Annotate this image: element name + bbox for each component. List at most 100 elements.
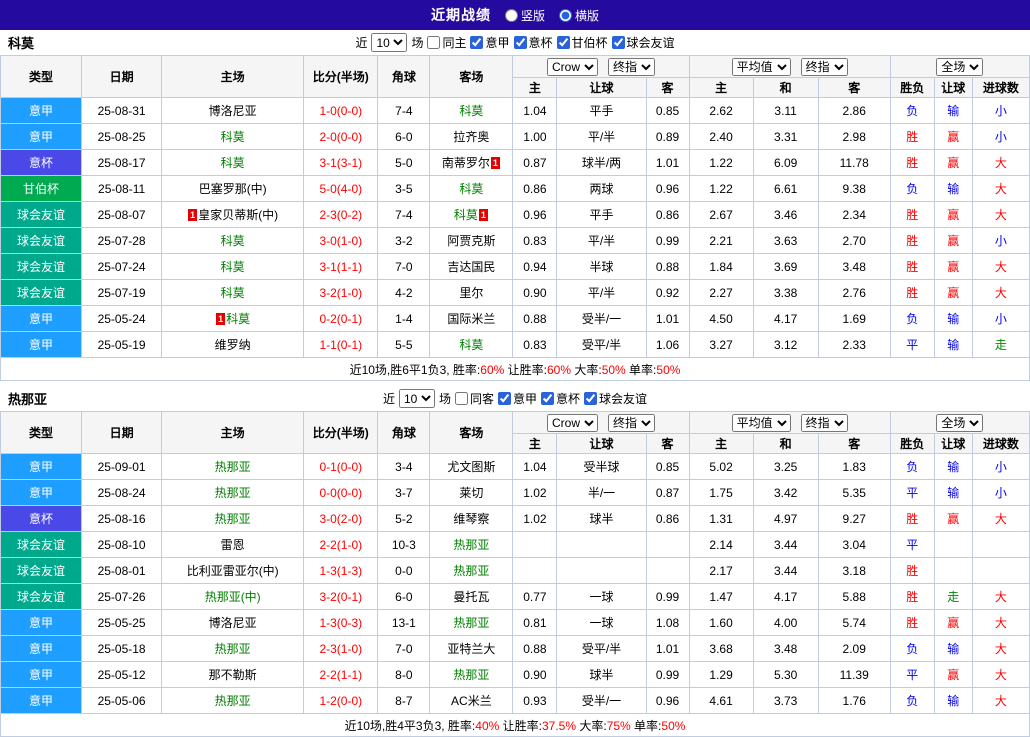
filter-near-label: 近: [382, 392, 395, 406]
filter-checkbox-option[interactable]: 同客: [454, 390, 494, 407]
odds-value-cell: 半/一: [556, 479, 647, 506]
score-cell: 2-2(1-0): [303, 531, 379, 558]
scope-select[interactable]: 全场: [936, 57, 984, 76]
filter-checkbox-option[interactable]: 意甲: [470, 34, 510, 51]
filter-checkbox-option[interactable]: 意杯: [513, 34, 553, 51]
filter-checkbox[interactable]: [584, 392, 598, 405]
odds-stage-select[interactable]: 终指: [607, 413, 655, 432]
filter-checkbox-option[interactable]: 同主: [427, 34, 466, 51]
result-flag-cell: 胜: [889, 279, 935, 306]
odds-value-cell: 0.85: [645, 97, 690, 124]
summary-text: 大率:: [571, 362, 602, 377]
corner-cell: 10-3: [377, 531, 431, 558]
filter-checkbox[interactable]: [498, 392, 511, 405]
summary-text: 大率:: [576, 718, 607, 733]
match-date: 25-05-25: [81, 609, 163, 636]
header-select-group: 全场: [889, 411, 1030, 434]
corner-cell: 6-0: [377, 123, 431, 150]
filter-checkbox-option[interactable]: 甘伯杯: [556, 34, 608, 51]
result-flag-cell: 负: [889, 687, 935, 714]
team-text: 巴塞罗那(中): [198, 182, 267, 196]
filter-checkbox[interactable]: [470, 36, 484, 49]
scope-select[interactable]: 全场: [936, 413, 984, 432]
summary-percent: 50%: [656, 362, 681, 377]
result-flag-cell: 胜: [889, 557, 935, 584]
avg-odds-cell: 2.17: [688, 557, 754, 584]
home-team-cell: 博洛尼亚: [161, 609, 305, 636]
odds-value-cell: 0.96: [645, 175, 690, 202]
team-name: 热那亚: [8, 392, 48, 407]
odds-value-cell: 受平/半: [556, 331, 647, 358]
league-type-cell: 球会友谊: [0, 201, 83, 228]
team-text: 吉达国民: [447, 260, 496, 274]
avg-odds-cell: 2.70: [817, 227, 891, 254]
filter-checkbox-label: 同主: [442, 36, 467, 50]
avg-odds-cell: 3.48: [752, 635, 819, 662]
odds-company-select[interactable]: Crow: [546, 413, 598, 432]
layout-option-vertical[interactable]: 竖版: [504, 7, 545, 24]
team-text: 博洛尼亚: [208, 616, 257, 630]
away-team-cell: 维琴察: [429, 505, 514, 532]
home-team-cell: 科莫: [161, 227, 305, 254]
filter-checkbox-option[interactable]: 意杯: [541, 390, 580, 407]
team-text: 热那亚: [453, 616, 490, 630]
result-flag-cell: 输: [933, 635, 973, 662]
team-text: 科莫: [220, 286, 245, 300]
avg-odds-cell: 2.40: [688, 123, 754, 150]
horizontal-layout-radio[interactable]: [559, 8, 572, 22]
home-team-cell: 1 皇家贝蒂斯(中): [161, 201, 305, 228]
vertical-layout-radio[interactable]: [504, 8, 518, 22]
score-cell: 2-0(0-0): [303, 123, 379, 150]
avg-odds-cell: 2.09: [817, 635, 891, 662]
avg-stage-select[interactable]: 终指: [800, 413, 848, 432]
avg-odds-cell: 3.11: [752, 97, 819, 124]
match-row: 意甲 25-08-31 博洛尼亚 1-0(0-0) 7-4 科莫 1.04 平手 0.85 2.6…: [0, 97, 1030, 124]
odds-value-cell: 0.96: [512, 201, 558, 228]
match-row: 球会友谊 25-07-19 科莫 3-2(1-0) 4-2 里尔 0.90 平/半 0.92 2.…: [0, 279, 1030, 306]
filter-checkbox[interactable]: [541, 392, 555, 405]
team-text: 热那亚: [214, 486, 251, 500]
sub-column-header: 让球: [933, 433, 973, 454]
summary-text: 让胜率:: [504, 362, 547, 377]
result-flag-cell: 赢: [933, 253, 973, 280]
recent-count-select[interactable]: 10: [371, 33, 408, 52]
avg-odds-cell: 1.22: [688, 175, 754, 202]
filter-checkbox[interactable]: [427, 36, 441, 49]
filter-checkbox[interactable]: [556, 36, 570, 49]
score-cell: 2-2(1-1): [303, 661, 379, 688]
league-type-cell: 意甲: [0, 687, 83, 714]
result-flag-cell: [971, 557, 1030, 584]
layout-option-horizontal[interactable]: 横版: [559, 7, 599, 24]
filter-checkbox[interactable]: [611, 36, 625, 49]
match-row: 意甲 25-05-12 那不勒斯 2-2(1-1) 8-0 热那亚 0.90 球半 0.99 1.…: [0, 661, 1030, 688]
avg-source-select[interactable]: 平均值: [731, 413, 791, 432]
odds-value-cell: 0.96: [645, 687, 690, 714]
result-flag-cell: 负: [889, 175, 935, 202]
summary-text: 单率:: [630, 718, 662, 733]
avg-odds-cell: 3.42: [752, 479, 819, 506]
column-header: 客场: [429, 411, 514, 454]
odds-stage-select[interactable]: 终指: [607, 57, 655, 76]
result-flag-cell: 小: [971, 479, 1030, 506]
sub-column-header: 客: [645, 433, 690, 454]
column-header: 主场: [161, 55, 305, 98]
match-date: 25-08-07: [81, 201, 163, 228]
filter-checkbox-option[interactable]: 意甲: [498, 390, 537, 407]
corner-cell: 4-2: [377, 279, 431, 306]
match-row: 球会友谊 25-08-01 比利亚雷亚尔(中) 1-3(1-3) 0-0 热那亚 2.17 3…: [0, 557, 1030, 584]
filter-checkbox[interactable]: [513, 36, 527, 49]
result-flag-cell: 胜: [889, 123, 935, 150]
odds-company-select[interactable]: Crow: [546, 57, 598, 76]
match-date: 25-05-12: [81, 661, 163, 688]
filter-checkbox-option[interactable]: 球会友谊: [584, 390, 647, 407]
avg-odds-cell: 3.18: [817, 557, 891, 584]
filter-checkbox-option[interactable]: 球会友谊: [611, 34, 675, 51]
score-cell: 1-0(0-0): [303, 97, 379, 124]
avg-stage-select[interactable]: 终指: [800, 57, 848, 76]
sections-container: 科莫近 10 场同主 意甲 意杯 甘伯杯 球会友谊 类型 日期 主场 比分(半场) 角球 客场 Crow 终…: [0, 30, 1030, 737]
team-text: 比利亚雷亚尔(中): [186, 564, 279, 578]
filter-checkbox[interactable]: [454, 392, 468, 405]
team-text: 热那亚: [214, 460, 251, 474]
recent-count-select[interactable]: 10: [398, 389, 435, 408]
avg-source-select[interactable]: 平均值: [731, 57, 791, 76]
